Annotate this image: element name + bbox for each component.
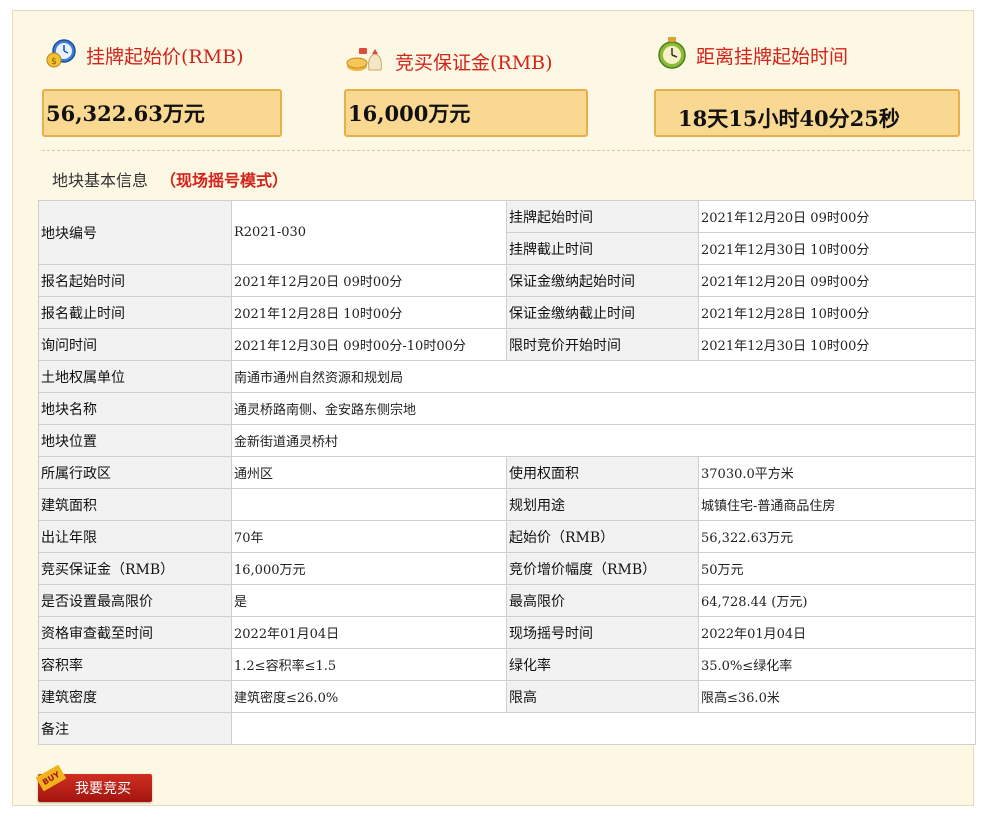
cell-value: 56,322.63万元: [698, 520, 976, 553]
cell-value: 城镇住宅-普通商品住房: [698, 488, 976, 521]
svg-text:$: $: [51, 57, 57, 67]
cell-label: 规划用途: [506, 488, 699, 521]
cell-value: 2021年12月20日 09时00分: [231, 264, 507, 297]
cell-label: 限时竞价开始时间: [506, 328, 699, 361]
listing-start-value: 2021年12月20日 09时00分: [698, 200, 976, 233]
cell-value: 70年: [231, 520, 507, 553]
cell-label: 资格审查截至时间: [38, 616, 232, 649]
table-row: 所属行政区 通州区 使用权面积 37030.0平方米: [38, 456, 976, 489]
cell-label: 是否设置最高限价: [38, 584, 232, 617]
divider: [42, 150, 970, 151]
cell-label: 最高限价: [506, 584, 699, 617]
deposit-header: 竞买保证金(RMB): [345, 44, 553, 79]
cell-label: 备注: [38, 712, 232, 745]
countdown-header: 距离挂牌起始时间: [656, 36, 848, 75]
cell-label: 建筑面积: [38, 488, 232, 521]
cell-label: 现场摇号时间: [506, 616, 699, 649]
table-row: 出让年限 70年 起始价（RMB） 56,322.63万元: [38, 520, 976, 553]
countdown-value: 18天15小时40分25秒: [678, 106, 900, 131]
cell-value: 16,000万元: [231, 552, 507, 585]
deposit-box: 16,000万元: [344, 89, 588, 137]
cell-value: 通州区: [231, 456, 507, 489]
table-row: 报名截止时间 2021年12月28日 10时00分 保证金缴纳截止时间 2021…: [38, 296, 976, 329]
cell-label: 竞买保证金（RMB）: [38, 552, 232, 585]
cell-value: 2021年12月28日 10时00分: [698, 296, 976, 329]
cell-value: 建筑密度≤26.0%: [231, 680, 507, 713]
cell-value: 通灵桥路南侧、金安路东侧宗地: [231, 392, 976, 425]
table-row: 建筑密度 建筑密度≤26.0% 限高 限高≤36.0米: [38, 680, 976, 713]
table-row: 资格审查截至时间 2022年01月04日 现场摇号时间 2022年01月04日: [38, 616, 976, 649]
cell-value: [231, 488, 507, 521]
cell-label: 报名截止时间: [38, 296, 232, 329]
alarm-clock-icon: [656, 36, 688, 75]
countdown-title: 距离挂牌起始时间: [696, 46, 849, 68]
cell-value: 是: [231, 584, 507, 617]
coins-bag-icon: [345, 44, 387, 79]
table-row: 容积率 1.2≤容积率≤1.5 绿化率 35.0%≤绿化率: [38, 648, 976, 681]
section-title: 地块基本信息 （现场摇号模式）: [52, 167, 288, 191]
start-price-value: 56,322.63万元: [46, 101, 205, 126]
bid-button[interactable]: BUY 我要竞买: [35, 764, 152, 802]
cell-value: 2022年01月04日: [231, 616, 507, 649]
cell-value: 限高≤36.0米: [698, 680, 976, 713]
cell-value: 南通市通州自然资源和规划局: [231, 360, 976, 393]
countdown-box: 18天15小时40分25秒: [654, 89, 960, 137]
cell-value: 35.0%≤绿化率: [698, 648, 976, 681]
cell-label: 使用权面积: [506, 456, 699, 489]
cell-label: 竞价增价幅度（RMB）: [506, 552, 699, 585]
table-row: 询问时间 2021年12月30日 09时00分-10时00分 限时竞价开始时间 …: [38, 328, 976, 361]
table-row: 备注: [38, 712, 976, 745]
cell-label: 出让年限: [38, 520, 232, 553]
table-row: 地块位置 金新街道通灵桥村: [38, 424, 976, 457]
table-row: 土地权属单位 南通市通州自然资源和规划局: [38, 360, 976, 393]
listing-end-value: 2021年12月30日 10时00分: [698, 232, 976, 265]
bid-button-label: 我要竞买: [75, 781, 131, 797]
cell-label: 所属行政区: [38, 456, 232, 489]
cell-label: 建筑密度: [38, 680, 232, 713]
cell-label: 限高: [506, 680, 699, 713]
start-price-title: 挂牌起始价(RMB): [86, 46, 244, 68]
cell-label: 起始价（RMB）: [506, 520, 699, 553]
cell-label: 地块位置: [38, 424, 232, 457]
cell-value: 2021年12月30日 09时00分-10时00分: [231, 328, 507, 361]
table-row: 竞买保证金（RMB） 16,000万元 竞价增价幅度（RMB） 50万元: [38, 552, 976, 585]
table-row: 地块编号 R2021-030 挂牌起始时间 2021年12月20日 09时00分: [38, 200, 976, 265]
cell-value: 2021年12月28日 10时00分: [231, 296, 507, 329]
table-row: 报名起始时间 2021年12月20日 09时00分 保证金缴纳起始时间 2021…: [38, 264, 976, 297]
parcel-id-label: 地块编号: [38, 200, 232, 265]
cell-value: 金新街道通灵桥村: [231, 424, 976, 457]
table-row: 是否设置最高限价 是 最高限价 64,728.44 (万元): [38, 584, 976, 617]
cell-value: 2021年12月30日 10时00分: [698, 328, 976, 361]
cell-label: 容积率: [38, 648, 232, 681]
section-title-text: 地块基本信息: [52, 171, 149, 190]
cell-label: 地块名称: [38, 392, 232, 425]
land-info-table: 地块编号 R2021-030 挂牌起始时间 2021年12月20日 09时00分…: [38, 200, 976, 745]
cell-value: 64,728.44 (万元): [698, 584, 976, 617]
cell-label: 保证金缴纳截止时间: [506, 296, 699, 329]
table-row: 建筑面积 规划用途 城镇住宅-普通商品住房: [38, 488, 976, 521]
deposit-value: 16,000万元: [348, 101, 471, 126]
cell-value: [231, 712, 976, 745]
cell-label: 土地权属单位: [38, 360, 232, 393]
cell-value: 1.2≤容积率≤1.5: [231, 648, 507, 681]
deposit-title: 竞买保证金(RMB): [395, 52, 553, 74]
parcel-id-value: R2021-030: [231, 200, 507, 265]
cell-label: 绿化率: [506, 648, 699, 681]
table-row: 地块名称 通灵桥路南侧、金安路东侧宗地: [38, 392, 976, 425]
start-price-header: $ 挂牌起始价(RMB): [46, 38, 244, 73]
listing-start-label: 挂牌起始时间: [506, 200, 699, 233]
cell-value: 37030.0平方米: [698, 456, 976, 489]
money-clock-icon: $: [46, 38, 78, 73]
cell-label: 询问时间: [38, 328, 232, 361]
cell-label: 保证金缴纳起始时间: [506, 264, 699, 297]
cell-label: 报名起始时间: [38, 264, 232, 297]
auction-mode-label: （现场摇号模式）: [160, 171, 289, 190]
start-price-box: 56,322.63万元: [42, 89, 282, 137]
cell-value: 50万元: [698, 552, 976, 585]
listing-end-label: 挂牌截止时间: [506, 232, 699, 265]
cell-value: 2021年12月20日 09时00分: [698, 264, 976, 297]
cell-value: 2022年01月04日: [698, 616, 976, 649]
